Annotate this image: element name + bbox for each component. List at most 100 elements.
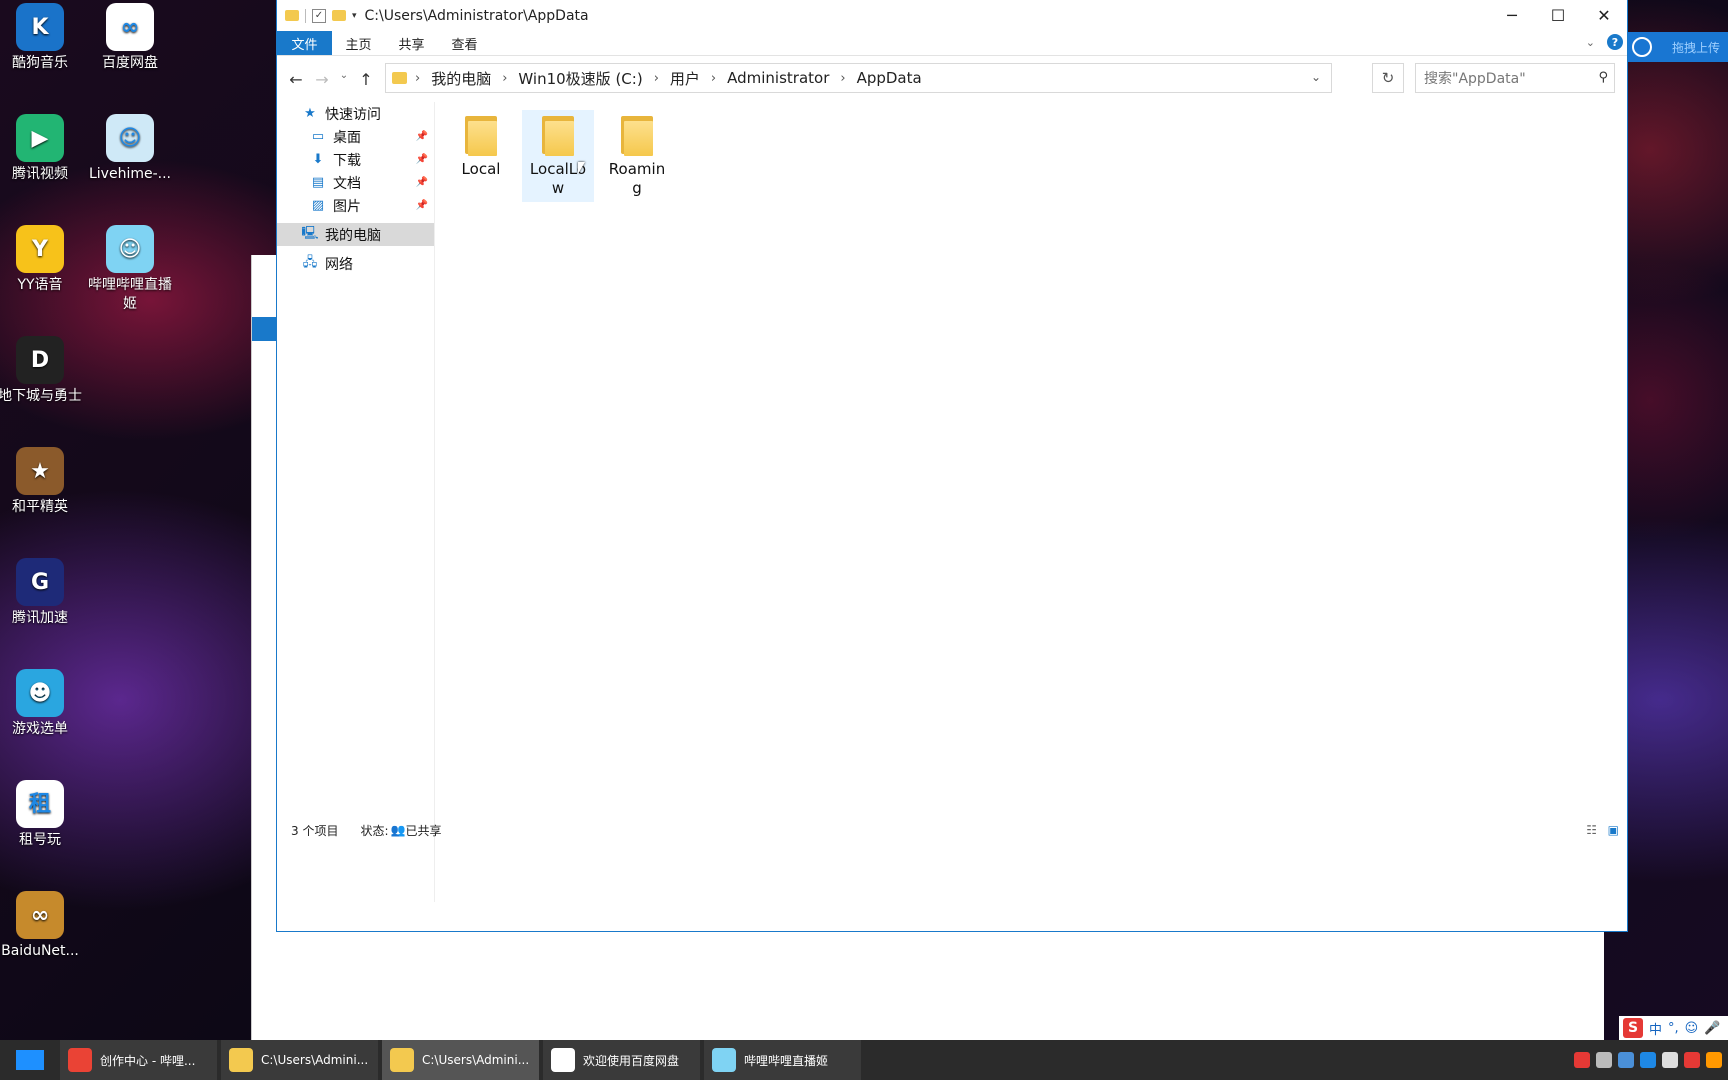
desktop-shortcut[interactable]: ☻ 游戏选单 bbox=[0, 669, 85, 739]
breadcrumb-separator-icon[interactable]: › bbox=[840, 71, 845, 86]
pin-icon[interactable]: 📌 bbox=[416, 177, 428, 188]
taskbar-item[interactable]: 欢迎使用百度网盘 bbox=[543, 1040, 700, 1080]
refresh-button[interactable]: ↻ bbox=[1372, 63, 1404, 93]
desktop-shortcut[interactable]: ☺ Livehime-... bbox=[85, 114, 175, 184]
breadcrumb-administrator[interactable]: Administrator bbox=[727, 69, 829, 87]
desktop-shortcut[interactable]: K 酷狗音乐 bbox=[0, 3, 85, 73]
tray-icon[interactable] bbox=[1684, 1052, 1700, 1068]
start-button[interactable] bbox=[0, 1040, 60, 1080]
background-window-ribbon-file-tab[interactable] bbox=[252, 317, 277, 341]
expand-ribbon-icon[interactable]: ⌄ bbox=[1586, 36, 1595, 49]
minimize-button[interactable]: ─ bbox=[1489, 0, 1535, 31]
sogou-tray-icon[interactable] bbox=[1574, 1052, 1590, 1068]
download-icon: ⬇ bbox=[312, 152, 324, 167]
tray-icon[interactable] bbox=[1618, 1052, 1634, 1068]
breadcrumb-users[interactable]: 用户 bbox=[670, 68, 700, 89]
desktop-shortcut[interactable]: ▶ 腾讯视频 bbox=[0, 114, 85, 184]
ime-mode[interactable]: 中 bbox=[1649, 1019, 1662, 1038]
microphone-tray-icon[interactable] bbox=[1596, 1052, 1612, 1068]
folder-icon bbox=[621, 116, 653, 156]
forward-arrow-icon[interactable]: → bbox=[311, 70, 333, 89]
drag-upload-button[interactable]: 拖拽上传 bbox=[1628, 32, 1728, 62]
breadcrumb-separator-icon[interactable]: › bbox=[415, 71, 420, 86]
search-icon: ⚲ bbox=[1598, 70, 1608, 85]
tray-icon[interactable] bbox=[1706, 1052, 1722, 1068]
nav-item-quick-access[interactable]: ★ 快速访问 bbox=[277, 102, 434, 125]
status-value: 已共享 bbox=[405, 823, 442, 838]
desktop-shortcut[interactable]: G 腾讯加速 bbox=[0, 558, 85, 628]
desktop-shortcut[interactable]: D 地下城与勇士 bbox=[0, 336, 85, 406]
ime-toolbar[interactable]: S 中 °, ☺ 🎤 bbox=[1619, 1016, 1728, 1040]
nav-item-label: 下载 bbox=[333, 152, 361, 169]
desktop-shortcut-label: 百度网盘 bbox=[102, 55, 158, 71]
nav-item-picture[interactable]: ▨ 图片 📌 bbox=[277, 194, 434, 217]
title-bar[interactable]: ✓ ▾ C:\Users\Administrator\AppData ─ ☐ ✕ bbox=[277, 0, 1627, 31]
maximize-button[interactable]: ☐ bbox=[1535, 0, 1581, 31]
taskbar-item[interactable]: C:\Users\Admini... bbox=[382, 1040, 539, 1080]
help-icon[interactable]: ? bbox=[1607, 34, 1623, 50]
nav-item-desktop[interactable]: ▭ 桌面 📌 bbox=[277, 125, 434, 148]
baidu-netdisk-tray-icon[interactable] bbox=[1662, 1052, 1678, 1068]
pin-icon[interactable]: 📌 bbox=[416, 200, 428, 211]
sogou-ime-icon[interactable]: S bbox=[1623, 1018, 1643, 1038]
close-button[interactable]: ✕ bbox=[1581, 0, 1627, 31]
ribbon-tab-share[interactable]: 共享 bbox=[385, 31, 438, 55]
desktop-shortcut[interactable]: ☺ 哔哩哔哩直播姬 bbox=[85, 225, 175, 314]
ribbon-tabs: 文件 主页 共享 查看 ⌄ ? bbox=[277, 31, 1627, 55]
folder-label: Roamin g bbox=[608, 160, 666, 197]
taskbar-item[interactable]: 创作中心 - 哔哩... bbox=[60, 1040, 217, 1080]
nav-item-network[interactable]: 🖧 网络 bbox=[277, 252, 434, 275]
nav-item-this-pc[interactable]: 🖳 我的电脑 bbox=[277, 223, 434, 246]
baidunet-icon: ∞ bbox=[16, 891, 64, 939]
new-folder-icon[interactable] bbox=[332, 10, 346, 21]
back-arrow-icon[interactable]: ← bbox=[285, 70, 307, 89]
recent-locations-chevron-icon[interactable]: ⌄ bbox=[337, 70, 351, 89]
ribbon-tab-view[interactable]: 查看 bbox=[438, 31, 491, 55]
desktop-shortcut[interactable]: 租租号玩 bbox=[0, 780, 85, 850]
desktop-shortcut-label: 地下城与勇士 bbox=[0, 388, 82, 404]
shared-users-icon: 👥 bbox=[390, 823, 406, 837]
breadcrumb-separator-icon[interactable]: › bbox=[502, 71, 507, 86]
nav-item-document[interactable]: ▤ 文档 📌 bbox=[277, 171, 434, 194]
network-tray-icon[interactable] bbox=[1640, 1052, 1656, 1068]
desktop-shortcut[interactable]: ∞ BaiduNet... bbox=[0, 891, 85, 961]
breadcrumb-appdata[interactable]: AppData bbox=[857, 69, 922, 87]
system-tray bbox=[1574, 1040, 1728, 1080]
background-explorer-window[interactable] bbox=[251, 255, 277, 985]
breadcrumb-this-pc[interactable]: 我的电脑 bbox=[431, 68, 491, 89]
address-history-dropdown-icon[interactable]: ⌄ bbox=[1311, 70, 1321, 84]
folder-roaming[interactable]: Roamin g bbox=[601, 110, 673, 198]
desktop-shortcut-label: 和平精英 bbox=[12, 499, 68, 515]
breadcrumb-separator-icon[interactable]: › bbox=[654, 71, 659, 86]
breadcrumb-separator-icon[interactable]: › bbox=[711, 71, 716, 86]
breadcrumb: › 我的电脑 › Win10极速版 (C:) › 用户 › Administra… bbox=[415, 68, 922, 89]
desktop-shortcut[interactable]: Y YY语音 bbox=[0, 225, 85, 295]
details-view-icon[interactable]: ☷ bbox=[1586, 823, 1597, 837]
desktop-shortcut[interactable]: ∞ 百度网盘 bbox=[85, 3, 175, 73]
ime-microphone-icon[interactable]: 🎤 bbox=[1704, 1021, 1720, 1036]
desktop-shortcut-label: 哔哩哔哩直播姬 bbox=[88, 277, 172, 312]
search-input[interactable]: 搜索"AppData" ⚲ bbox=[1415, 63, 1615, 93]
customize-toolbar-dropdown-icon[interactable]: ▾ bbox=[352, 11, 357, 21]
ime-punctuation[interactable]: °, bbox=[1668, 1021, 1679, 1036]
taskbar-item[interactable]: C:\Users\Admini... bbox=[221, 1040, 378, 1080]
nav-item-label: 我的电脑 bbox=[325, 227, 381, 244]
up-arrow-icon[interactable]: ↑ bbox=[355, 70, 377, 89]
pin-icon[interactable]: 📌 bbox=[416, 154, 428, 165]
ribbon-tab-file[interactable]: 文件 bbox=[277, 31, 332, 55]
nav-item-download[interactable]: ⬇ 下载 📌 bbox=[277, 148, 434, 171]
breadcrumb-c-drive[interactable]: Win10极速版 (C:) bbox=[518, 68, 642, 89]
ribbon-tab-home[interactable]: 主页 bbox=[332, 31, 385, 55]
folder-local[interactable]: Local bbox=[445, 110, 517, 179]
desktop-shortcut[interactable]: ★ 和平精英 bbox=[0, 447, 85, 517]
desktop-shortcut-label: Livehime-... bbox=[88, 166, 171, 182]
address-bar[interactable]: › 我的电脑 › Win10极速版 (C:) › 用户 › Administra… bbox=[385, 63, 1332, 93]
ime-emoji-icon[interactable]: ☺ bbox=[1685, 1021, 1699, 1036]
large-icons-view-icon[interactable]: ▣ bbox=[1608, 823, 1619, 837]
desktop-shortcut-label: YY语音 bbox=[17, 277, 63, 293]
folder-locallow[interactable]: LocalLo w bbox=[522, 110, 594, 202]
properties-icon[interactable]: ✓ bbox=[312, 8, 326, 23]
folder-icon bbox=[542, 116, 574, 156]
pin-icon[interactable]: 📌 bbox=[416, 131, 428, 142]
taskbar-item[interactable]: 哔哩哔哩直播姬 bbox=[704, 1040, 861, 1080]
